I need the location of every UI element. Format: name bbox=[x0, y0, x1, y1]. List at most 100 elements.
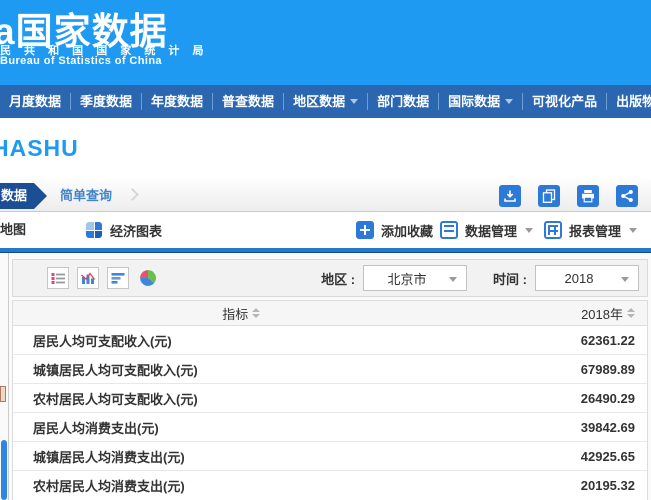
manage-actions: 添加收藏 数据管理 报表管理 bbox=[356, 212, 641, 248]
nav-item-international[interactable]: 国际数据 bbox=[438, 93, 522, 110]
nav-item-annual[interactable]: 年度数据 bbox=[141, 93, 212, 110]
indicator-value: 42925.65 bbox=[581, 449, 647, 464]
chevron-down-icon bbox=[449, 277, 457, 282]
view-toolbar: 地区 : 北京市 时间 : 2018 bbox=[12, 259, 648, 297]
region-value: 北京市 bbox=[388, 269, 427, 288]
copy-button[interactable] bbox=[538, 185, 560, 207]
region-label: 地区 : bbox=[321, 269, 355, 288]
action-buttons bbox=[499, 185, 638, 207]
nav-item-regional[interactable]: 地区数据 bbox=[283, 93, 367, 110]
nav-item-quarterly[interactable]: 季度数据 bbox=[70, 93, 141, 110]
share-button[interactable] bbox=[616, 185, 638, 207]
list-view-button[interactable] bbox=[47, 267, 69, 289]
table-grid-icon[interactable] bbox=[544, 221, 562, 239]
economic-charts-label: 经济图表 bbox=[110, 221, 162, 240]
grid-squares-icon bbox=[86, 222, 102, 238]
chevron-down-icon bbox=[621, 277, 629, 282]
logo-subtitle-en: Bureau of Statistics of China bbox=[0, 55, 162, 67]
pie-chart-icon bbox=[139, 269, 157, 287]
nav-item-publications[interactable]: 出版物 bbox=[606, 93, 651, 110]
economic-charts-tab[interactable]: 经济图表 bbox=[86, 212, 162, 248]
nav-item-label: 国际数据 bbox=[448, 93, 500, 110]
download-icon bbox=[503, 189, 517, 203]
add-favorite-button[interactable]: 添加收藏 bbox=[381, 221, 433, 240]
nav-item-label: 部门数据 bbox=[377, 93, 429, 110]
data-table: 居民人均可支配收入(元) 62361.22 城镇居民人均可支配收入(元) 679… bbox=[12, 326, 648, 500]
chevron-down-icon bbox=[525, 228, 533, 233]
time-label: 时间 : bbox=[493, 269, 527, 288]
sub-toolbar: 地图 经济图表 添加收藏 数据管理 报表管理 bbox=[0, 212, 651, 248]
nav-item-label: 出版物 bbox=[616, 93, 651, 110]
indicator-value: 62361.22 bbox=[581, 333, 647, 348]
pie-chart-view-button[interactable] bbox=[137, 267, 159, 289]
sort-icon[interactable] bbox=[627, 308, 635, 318]
download-button[interactable] bbox=[499, 185, 521, 207]
print-icon bbox=[581, 189, 595, 203]
main-content: 地区 : 北京市 时间 : 2018 指标 2018年 bbox=[0, 253, 651, 500]
nav-item-monthly[interactable]: 月度数据 bbox=[0, 93, 70, 110]
nav-item-label: 地区数据 bbox=[293, 93, 345, 110]
chevron-down-icon bbox=[629, 228, 637, 233]
nav-item-label: 月度数据 bbox=[9, 93, 61, 110]
nav-item-label: 季度数据 bbox=[80, 93, 132, 110]
search-engine-logo: HASHU bbox=[0, 135, 79, 162]
nav-item-label: 年度数据 bbox=[151, 93, 203, 110]
plus-icon[interactable] bbox=[356, 221, 374, 239]
panel-splitter[interactable] bbox=[8, 253, 9, 500]
active-data-tab[interactable]: 数据 bbox=[0, 183, 34, 209]
left-scrollbar-thumb[interactable] bbox=[1, 440, 7, 500]
nav-item-census[interactable]: 普查数据 bbox=[212, 93, 283, 110]
region-select[interactable]: 北京市 bbox=[363, 265, 467, 291]
chevron-right-icon bbox=[126, 188, 139, 201]
year-column-header[interactable]: 2018年 bbox=[469, 304, 647, 323]
indicator-header-label: 指标 bbox=[222, 304, 248, 323]
indicator-label: 城镇居民人均可支配收入(元) bbox=[13, 360, 581, 379]
sort-icon[interactable] bbox=[252, 308, 260, 318]
chevron-down-icon bbox=[350, 99, 358, 104]
list-view-icon bbox=[50, 270, 66, 286]
splitter-collapse-handle[interactable] bbox=[0, 386, 6, 402]
search-section: HASHU 搜索 统 计 热 词 GDP CPI 总人口 社会消费品零售总额 粮… bbox=[0, 118, 651, 180]
year-header-label: 2018年 bbox=[581, 304, 623, 323]
breadcrumb-bar: 数据 简单查询 bbox=[0, 180, 651, 212]
indicator-label: 农村居民人均可支配收入(元) bbox=[13, 389, 581, 408]
list-lines-icon[interactable] bbox=[440, 221, 458, 239]
bar-chart-icon bbox=[110, 270, 126, 286]
site-header: a国家数据 民 共 和 国 国 家 统 计 局 Bureau of Statis… bbox=[0, 0, 651, 85]
time-value: 2018 bbox=[565, 271, 594, 286]
nav-item-label: 普查数据 bbox=[222, 93, 274, 110]
indicator-label: 城镇居民人均消费支出(元) bbox=[13, 447, 581, 466]
data-manage-button[interactable]: 数据管理 bbox=[465, 221, 517, 240]
time-select[interactable]: 2018 bbox=[535, 265, 639, 291]
copy-icon bbox=[542, 189, 556, 203]
indicator-label: 农村居民人均消费支出(元) bbox=[13, 476, 581, 495]
filter-controls: 地区 : 北京市 时间 : 2018 bbox=[321, 260, 639, 296]
indicator-value: 26490.29 bbox=[581, 391, 647, 406]
report-manage-button[interactable]: 报表管理 bbox=[569, 221, 621, 240]
nav-item-department[interactable]: 部门数据 bbox=[367, 93, 438, 110]
table-row[interactable]: 农村居民人均可支配收入(元) 26490.29 bbox=[13, 384, 647, 413]
indicator-label: 居民人均可支配收入(元) bbox=[13, 331, 581, 350]
table-row[interactable]: 城镇居民人均消费支出(元) 42925.65 bbox=[13, 442, 647, 471]
print-button[interactable] bbox=[577, 185, 599, 207]
indicator-value: 67989.89 bbox=[581, 362, 647, 377]
economic-map-tab[interactable]: 地图 bbox=[0, 212, 26, 248]
main-nav: 月度数据 季度数据 年度数据 普查数据 地区数据 部门数据 国际数据 可视化产品… bbox=[0, 85, 651, 118]
column-chart-icon bbox=[80, 270, 96, 286]
table-row[interactable]: 农村居民人均消费支出(元) 20195.32 bbox=[13, 471, 647, 500]
table-row[interactable]: 居民人均消费支出(元) 39842.69 bbox=[13, 413, 647, 442]
chevron-down-icon bbox=[505, 99, 513, 104]
table-row[interactable]: 城镇居民人均可支配收入(元) 67989.89 bbox=[13, 355, 647, 384]
column-chart-view-button[interactable] bbox=[77, 267, 99, 289]
table-header: 指标 2018年 bbox=[12, 300, 648, 326]
table-row[interactable]: 居民人均可支配收入(元) 62361.22 bbox=[13, 326, 647, 355]
indicator-value: 39842.69 bbox=[581, 420, 647, 435]
bar-chart-view-button[interactable] bbox=[107, 267, 129, 289]
indicator-value: 20195.32 bbox=[581, 478, 647, 493]
indicator-column-header[interactable]: 指标 bbox=[13, 304, 469, 323]
nav-item-visualization[interactable]: 可视化产品 bbox=[522, 93, 606, 110]
indicator-label: 居民人均消费支出(元) bbox=[13, 418, 581, 437]
breadcrumb-current[interactable]: 简单查询 bbox=[60, 180, 112, 212]
nav-item-label: 可视化产品 bbox=[532, 93, 597, 110]
query-panel: 地区 : 北京市 时间 : 2018 指标 2018年 bbox=[12, 259, 648, 500]
